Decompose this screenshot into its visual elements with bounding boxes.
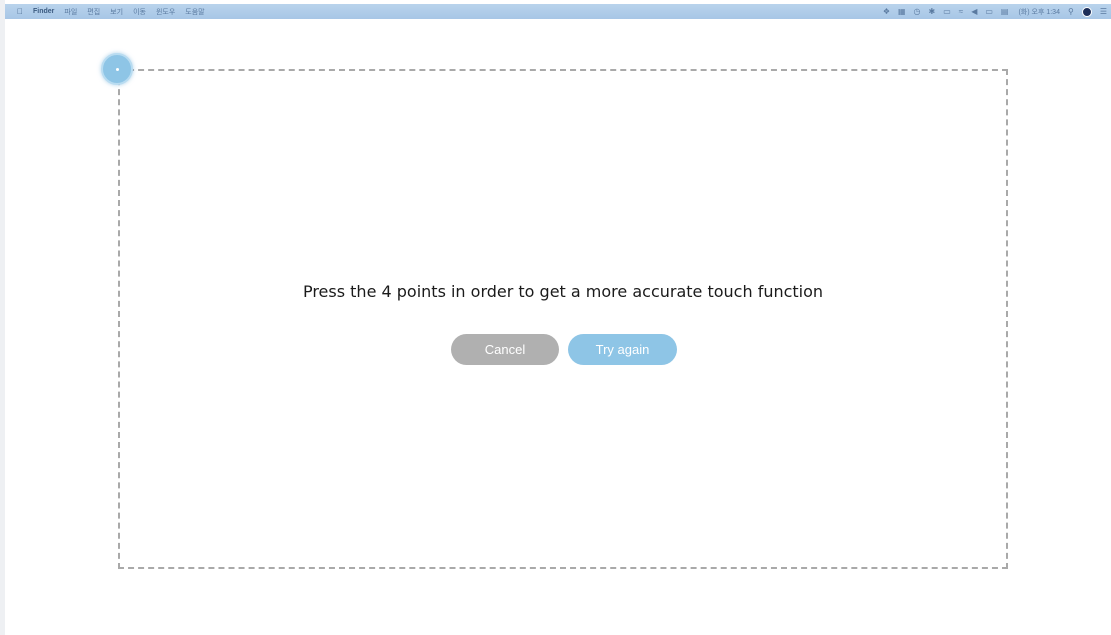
search-icon[interactable]: ⚲: [1068, 7, 1074, 16]
menu-window[interactable]: 윈도우: [156, 7, 175, 17]
status-area: ❖ ▦ ◷ ✱ ▭ ≈ ◀ ▭ ▤ (화) 오후 1:34 ⚲ ☰: [875, 6, 1111, 17]
target-center-icon: [116, 68, 119, 71]
menu-view[interactable]: 보기: [110, 7, 123, 17]
left-edge: [0, 0, 5, 635]
siri-icon[interactable]: [1081, 6, 1092, 17]
volume-icon[interactable]: ◀: [971, 7, 977, 16]
notification-center-icon[interactable]: ☰: [1100, 7, 1107, 16]
keyboard-icon[interactable]: ▤: [1001, 7, 1009, 16]
menu-app-name[interactable]: Finder: [33, 8, 54, 15]
apple-icon[interactable]: : [17, 7, 23, 16]
chart-icon[interactable]: ▦: [898, 7, 906, 16]
calibration-instruction: Press the 4 points in order to get a mor…: [302, 282, 824, 301]
menu-go[interactable]: 이동: [133, 7, 146, 17]
calibration-screen:  Finder 파일 편집 보기 이동 윈도우 도움말 ❖ ▦ ◷ ✱ ▭ ≈…: [0, 0, 1111, 635]
menu-file[interactable]: 파일: [64, 7, 77, 17]
time-machine-icon[interactable]: ◷: [914, 7, 921, 16]
wifi-icon[interactable]: ≈: [959, 7, 963, 16]
menu-help[interactable]: 도움말: [185, 7, 204, 17]
calibration-target-point[interactable]: [101, 53, 133, 85]
bluetooth-icon[interactable]: ✱: [929, 7, 936, 16]
cancel-button[interactable]: Cancel: [451, 334, 559, 365]
try-again-button[interactable]: Try again: [568, 334, 677, 365]
menu-clock[interactable]: (화) 오후 1:34: [1018, 7, 1060, 17]
menu-edit[interactable]: 편집: [87, 7, 100, 17]
battery-icon[interactable]: ▭: [985, 7, 993, 16]
menu-bar:  Finder 파일 편집 보기 이동 윈도우 도움말 ❖ ▦ ◷ ✱ ▭ ≈…: [5, 4, 1111, 19]
dropbox-icon[interactable]: ❖: [883, 7, 890, 16]
airplay-icon[interactable]: ▭: [943, 7, 951, 16]
calibration-area: [118, 69, 1008, 569]
